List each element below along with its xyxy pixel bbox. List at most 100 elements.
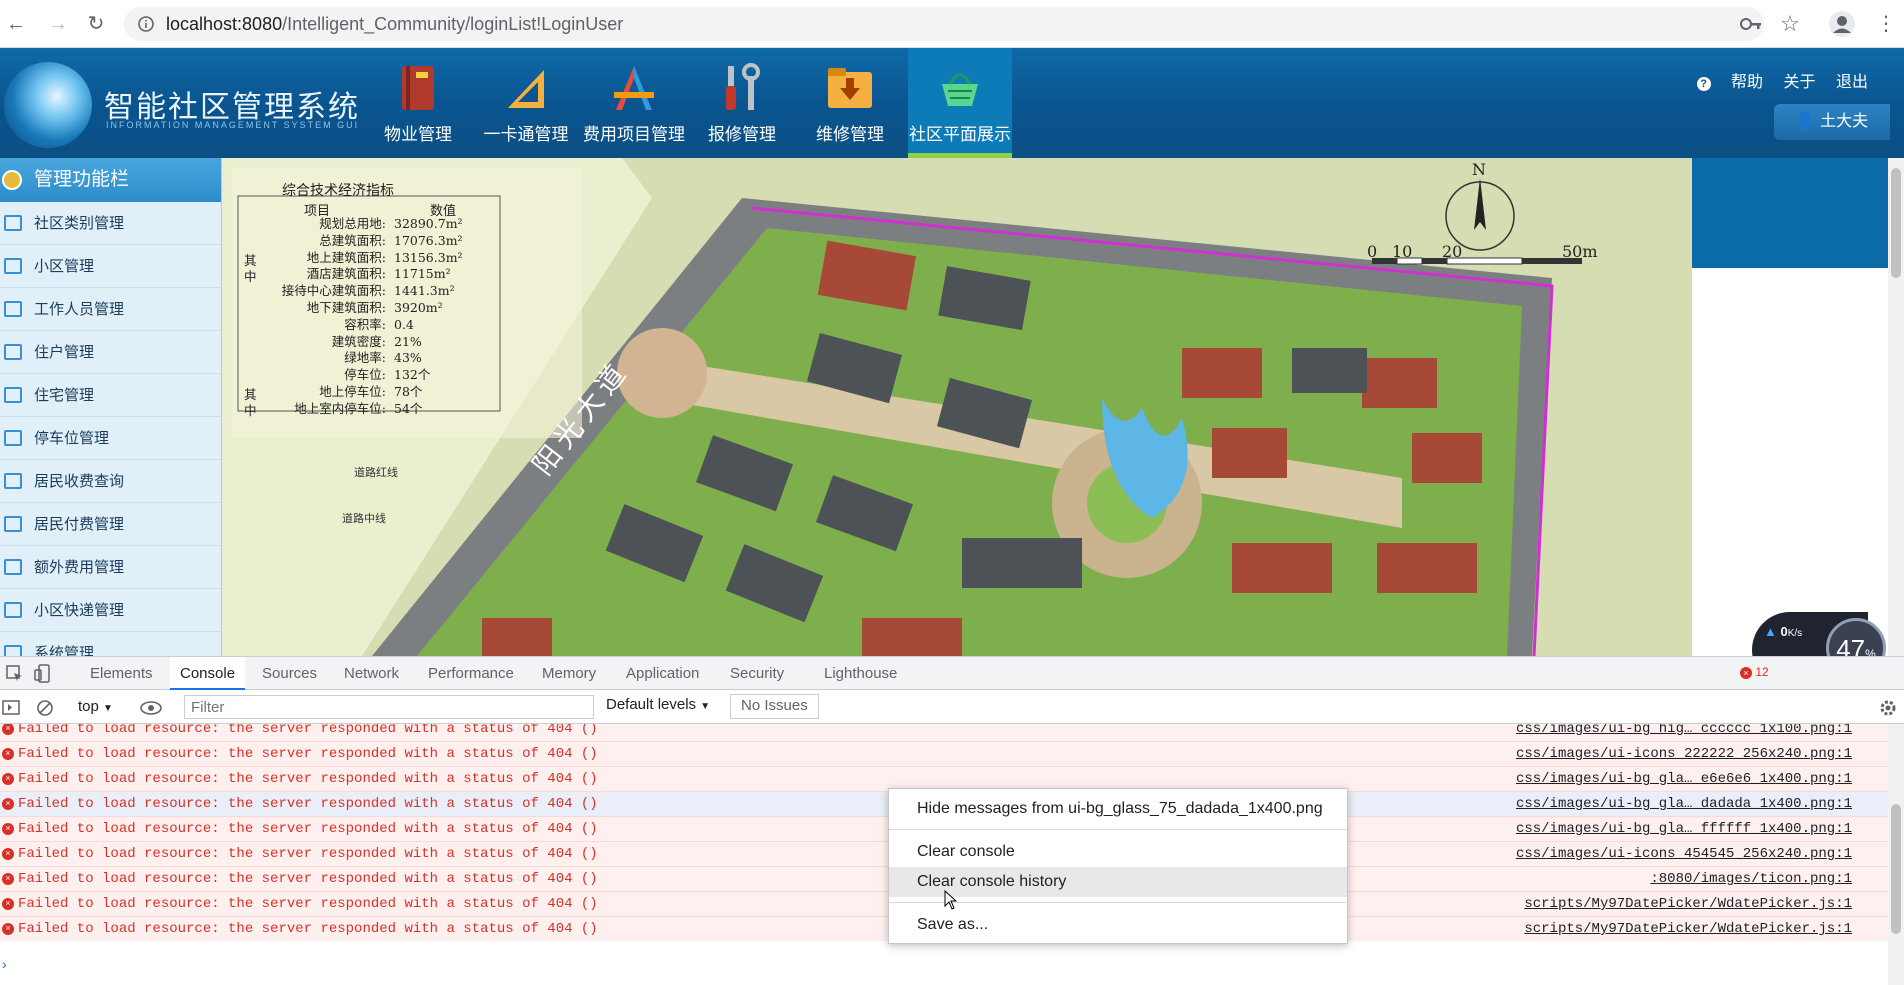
console-error-row[interactable]: × Failed to load resource: the server res… <box>0 724 1888 741</box>
context-selector[interactable]: top ▼ <box>78 698 113 715</box>
back-arrow-icon[interactable]: ← <box>4 12 28 36</box>
sidebar-item-staff[interactable]: 工作人员管理 <box>0 288 221 331</box>
info-icon[interactable] <box>138 16 154 32</box>
log-source-link[interactable]: css/images/ui-bg_gla…_e6e6e6_1x400.png:1 <box>1516 771 1852 787</box>
sidebar-item-payment[interactable]: 居民付费管理 <box>0 503 221 546</box>
console-prompt[interactable]: › <box>2 956 7 972</box>
kebab-menu-icon[interactable]: ⋮ <box>1874 12 1898 36</box>
error-count-badge[interactable]: × 12 <box>1740 665 1769 679</box>
nav-card[interactable]: 一卡通管理 <box>474 48 578 158</box>
forward-arrow-icon[interactable]: → <box>46 12 70 36</box>
tab-elements[interactable]: Elements <box>80 657 163 690</box>
help-link[interactable]: ? 帮助 <box>1681 74 1763 91</box>
menu-item-hide-messages[interactable]: Hide messages from ui-bg_glass_75_dadada… <box>889 794 1347 824</box>
indicator-label: 酒店建筑面积: <box>306 266 386 282</box>
settings-gear-icon[interactable] <box>1878 698 1898 718</box>
nav-maintenance[interactable]: 维修管理 <box>798 48 902 158</box>
log-source-link[interactable]: css/images/ui-bg_gla…_ffffff_1x400.png:1 <box>1516 821 1852 837</box>
tab-network[interactable]: Network <box>334 657 409 690</box>
sidebar-header[interactable]: 管理功能栏 <box>0 158 221 202</box>
sidebar-item-extra-fee[interactable]: 额外费用管理 <box>0 546 221 589</box>
dropdown-arrow-icon: ▼ <box>103 703 113 714</box>
url-text[interactable]: localhost:8080/Intelligent_Community/log… <box>166 14 623 35</box>
indicator-row: 接待中心建筑面积: 1441.3m² <box>244 283 504 300</box>
console-error-row[interactable]: × Failed to load resource: the server res… <box>0 741 1888 766</box>
help-icon: ? <box>1696 77 1711 91</box>
inspect-element-icon[interactable] <box>6 665 24 683</box>
log-source-link[interactable]: css/images/ui-icons_222222_256x240.png:1 <box>1516 746 1852 762</box>
sidebar-toggle-icon[interactable] <box>2 700 20 716</box>
sidebar-item-housing[interactable]: 住宅管理 <box>0 374 221 417</box>
profile-avatar-icon[interactable] <box>1828 10 1856 38</box>
drafting-tools-icon <box>614 66 654 110</box>
indicator-value: 132个 <box>394 367 431 383</box>
tab-lighthouse[interactable]: Lighthouse <box>814 657 907 690</box>
user-button[interactable]: 👤 土大夫 <box>1774 104 1890 140</box>
scrollbar-thumb[interactable] <box>1891 168 1901 278</box>
tab-console[interactable]: Console <box>170 657 246 690</box>
nav-property[interactable]: 物业管理 <box>366 48 470 158</box>
log-source-link[interactable]: css/images/ui-bg_hig…_cccccc_1x100.png:1 <box>1516 724 1852 737</box>
reload-icon[interactable]: ↻ <box>84 12 108 36</box>
sidebar-item-fee-query[interactable]: 居民收费查询 <box>0 460 221 503</box>
nav-community-map[interactable]: 社区平面展示 <box>908 48 1012 158</box>
sidebar-item-resident[interactable]: 住户管理 <box>0 331 221 374</box>
url-path: /Intelligent_Community/loginList!LoginUs… <box>282 14 624 34</box>
tab-security[interactable]: Security <box>720 657 794 690</box>
tab-memory[interactable]: Memory <box>532 657 606 690</box>
sidebar-item-label: 小区快递管理 <box>34 602 125 619</box>
sidebar-item-label: 住宅管理 <box>34 387 95 404</box>
indicator-label: 总建筑面积: <box>319 232 386 248</box>
device-toolbar-icon[interactable] <box>34 664 52 684</box>
eye-icon[interactable] <box>140 700 162 716</box>
indicator-row: 地上室内停车位: 54个 <box>244 401 504 418</box>
nav-community-map-label: 社区平面展示 <box>909 125 1011 144</box>
menu-item-save-as[interactable]: Save as... <box>889 910 1347 940</box>
issues-button[interactable]: No Issues <box>730 694 819 719</box>
indicator-value: 21% <box>394 333 422 349</box>
indicator-label: 建筑密度: <box>331 333 386 349</box>
indicator-row: 地上停车位: 78个 <box>244 384 504 401</box>
sidebar-item-system[interactable]: 系统管理 <box>0 632 221 656</box>
tab-application[interactable]: Application <box>616 657 709 690</box>
sidebar-item-community-category[interactable]: 社区类别管理 <box>0 202 221 245</box>
console-filter-input[interactable] <box>184 695 594 719</box>
menu-item-clear-console[interactable]: Clear console <box>889 837 1347 867</box>
nav-fee[interactable]: 费用项目管理 <box>582 48 686 158</box>
log-source-link[interactable]: :8080/images/ticon.png:1 <box>1650 871 1852 887</box>
page-scrollbar[interactable] <box>1888 158 1904 656</box>
indicator-row: 地上建筑面积: 13156.3m² <box>244 250 504 267</box>
log-source-link[interactable]: scripts/My97DatePicker/WdatePicker.js:1 <box>1524 921 1852 937</box>
sidebar-item-express[interactable]: 小区快递管理 <box>0 589 221 632</box>
nav-report-repair[interactable]: 报修管理 <box>690 48 794 158</box>
sidebar-item-label: 停车位管理 <box>34 430 110 447</box>
error-icon: × <box>2 848 14 860</box>
top-links: ? 帮助 关于 退出 <box>1665 68 1868 92</box>
nav-card-label: 一卡通管理 <box>483 125 569 144</box>
console-scrollbar[interactable] <box>1888 724 1904 985</box>
user-name: 土大夫 <box>1820 113 1869 130</box>
sidebar-item-residential-area[interactable]: 小区管理 <box>0 245 221 288</box>
logout-link[interactable]: 退出 <box>1836 74 1868 91</box>
center-line-label: 道路中线 <box>342 513 386 525</box>
log-source-link[interactable]: css/images/ui-icons_454545_256x240.png:1 <box>1516 846 1852 862</box>
clear-console-icon[interactable] <box>36 699 54 717</box>
url-host: localhost:8080 <box>166 14 283 34</box>
wrench-screwdriver-icon <box>726 63 760 110</box>
console-scrollbar-thumb[interactable] <box>1891 804 1901 934</box>
help-label: 帮助 <box>1731 74 1764 91</box>
error-icon: × <box>1740 667 1752 679</box>
star-icon[interactable]: ☆ <box>1778 12 1802 36</box>
sidebar-item-parking[interactable]: 停车位管理 <box>0 417 221 460</box>
address-bar[interactable]: localhost:8080/Intelligent_Community/log… <box>124 7 1764 41</box>
log-source-link[interactable]: css/images/ui-bg_gla…_dadada_1x400.png:1 <box>1516 796 1852 812</box>
log-levels-dropdown[interactable]: Default levels ▼ <box>606 696 710 713</box>
tab-performance[interactable]: Performance <box>418 657 524 690</box>
tab-sources[interactable]: Sources <box>252 657 327 690</box>
key-icon[interactable] <box>1740 15 1762 33</box>
sidebar-item-label: 工作人员管理 <box>34 301 125 318</box>
log-source-link[interactable]: scripts/My97DatePicker/WdatePicker.js:1 <box>1524 896 1852 912</box>
about-link[interactable]: 关于 <box>1784 74 1816 91</box>
log-message: Failed to load resource: the server resp… <box>18 746 598 762</box>
indicator-value: 13156.3m² <box>394 249 463 265</box>
